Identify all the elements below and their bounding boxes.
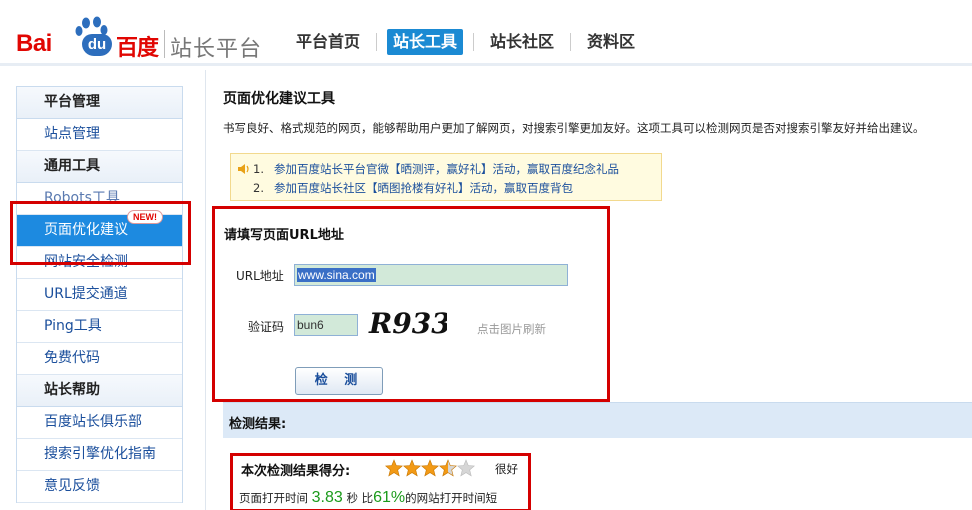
result-highlight: 本次检测结果得分: 很好 页面打开时间 3.83 秒 比61%的网站打开时间短 [230, 453, 531, 510]
result-header: 检测结果: [223, 402, 972, 438]
top-nav: 平台首页 站长工具 站长社区 资料区 [290, 28, 641, 56]
sidebar-item-site-management[interactable]: 站点管理 [17, 119, 182, 151]
form-title: 请填写页面URL地址 [224, 228, 344, 243]
logo-baidu-cn: 百度 [116, 36, 159, 61]
star-icon [439, 459, 457, 477]
rating-text: 很好 [495, 462, 518, 476]
sidebar-heading-help[interactable]: 站长帮助 [17, 375, 182, 407]
load-time-line: 页面打开时间 3.83 秒 比61%的网站打开时间短 [239, 489, 497, 507]
compare-suffix: 的网站打开时间短 [405, 491, 498, 505]
sidebar-heading-general-tools[interactable]: 通用工具 [17, 151, 182, 183]
main-content: 页面优化建议工具 书写良好、格式规范的网页，能够帮助用户更加了解网页，对搜索引擎… [205, 70, 972, 510]
load-time-value: 3.83 [311, 489, 343, 506]
star-icon [403, 459, 421, 477]
sidebar-item-url-submit[interactable]: URL提交通道 [17, 279, 182, 311]
sidebar-item-free-code[interactable]: 免费代码 [17, 343, 182, 375]
notice-item[interactable]: 2. 参加百度站长社区【晒图抢楼有好礼】活动，赢取百度背包 [253, 180, 573, 196]
captcha-refresh-hint[interactable]: 点击图片刷新 [477, 321, 546, 337]
notice-item[interactable]: 1. 参加百度站长平台官微【晒测评，赢好礼】活动，赢取百度纪念礼品 [253, 161, 619, 177]
notice-link[interactable]: 参加百度站长平台官微【晒测评，赢好礼】活动，赢取百度纪念礼品 [274, 162, 619, 176]
star-rating [385, 459, 475, 477]
sidebar-item-club[interactable]: 百度站长俱乐部 [17, 407, 182, 439]
score-label: 本次检测结果得分: [241, 464, 351, 479]
url-input-value: www.sina.com [297, 268, 376, 282]
compare-prefix: 比 [361, 491, 374, 505]
load-time-prefix: 页面打开时间 [239, 491, 308, 505]
captcha-image[interactable]: R933 [367, 305, 447, 343]
result-title: 检测结果: [229, 417, 287, 432]
notice-box: 1. 参加百度站长平台官微【晒测评，赢好礼】活动，赢取百度纪念礼品 2. 参加百度站… [230, 153, 662, 201]
site-name: 站长平台 [170, 37, 263, 62]
url-input[interactable]: www.sina.com [294, 264, 568, 286]
notice-number: 1. [253, 162, 264, 176]
nav-community[interactable]: 站长社区 [484, 29, 560, 55]
baidu-logo[interactable]: Bai du 百度 站长平台 [14, 14, 274, 62]
sidebar: 平台管理 站点管理 通用工具 Robots工具 页面优化建议 NEW! 网站安全… [16, 86, 183, 503]
speaker-icon [238, 164, 249, 174]
nav-platform-home[interactable]: 平台首页 [290, 29, 366, 55]
star-icon [457, 459, 475, 477]
url-label: URL地址 [236, 269, 284, 283]
page-description: 书写良好、格式规范的网页，能够帮助用户更加了解网页，对搜索引擎更加友好。这项工具… [223, 121, 925, 135]
captcha-input[interactable]: bun6 [294, 314, 358, 336]
notice-link[interactable]: 参加百度站长社区【晒图抢楼有好礼】活动，赢取百度背包 [274, 181, 573, 195]
nav-resources[interactable]: 资料区 [581, 29, 641, 55]
sidebar-item-ping[interactable]: Ping工具 [17, 311, 182, 343]
url-form-highlight: 请填写页面URL地址 URL地址 www.sina.com 验证码 bun6 R… [212, 206, 610, 402]
logo-bai-text: Bai [16, 30, 52, 57]
star-icon [421, 459, 439, 477]
notice-number: 2. [253, 181, 264, 195]
sidebar-item-feedback[interactable]: 意见反馈 [17, 471, 182, 503]
nav-divider [376, 33, 378, 51]
check-button[interactable]: 检 测 [295, 367, 383, 395]
star-icon [385, 459, 403, 477]
faster-percent: 61% [373, 489, 406, 506]
captcha-label: 验证码 [248, 320, 285, 334]
nav-webmaster-tools[interactable]: 站长工具 [387, 29, 464, 55]
svg-text:R933: R933 [368, 307, 447, 340]
highlight-frame-sidebar [10, 201, 191, 265]
nav-divider [570, 33, 572, 51]
nav-divider [473, 33, 475, 51]
sidebar-heading-platform[interactable]: 平台管理 [17, 87, 182, 119]
sidebar-item-seo-guide[interactable]: 搜索引擎优化指南 [17, 439, 182, 471]
load-time-unit: 秒 [346, 491, 358, 505]
logo-du-text: du [82, 34, 112, 56]
header: Bai du 百度 站长平台 平台首页 站长工具 站长社区 资料区 [0, 0, 972, 66]
page-title: 页面优化建议工具 [223, 91, 335, 107]
logo-divider [164, 30, 165, 58]
